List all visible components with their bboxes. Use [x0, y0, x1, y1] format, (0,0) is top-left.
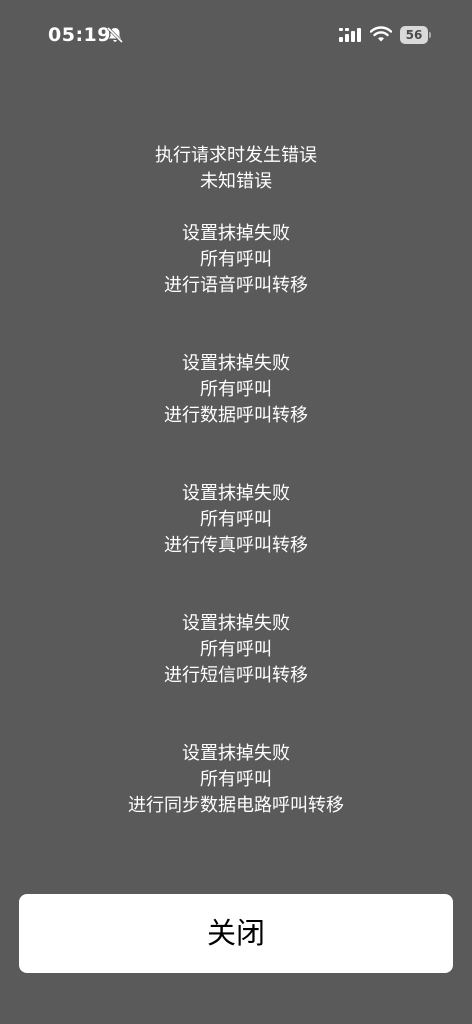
battery-nub [429, 32, 431, 38]
block-1-line-1: 设置抹掉失败 [182, 223, 290, 244]
error-message: 执行请求时发生错误 未知错误 设置抹掉失败 所有呼叫 进行语音呼叫转移 设置抹掉… [0, 143, 472, 819]
block-4-line-3: 进行短信呼叫转移 [164, 665, 308, 686]
block-2-line-1: 设置抹掉失败 [182, 353, 290, 374]
block-2-line-2: 所有呼叫 [200, 379, 272, 400]
block-5-line-1: 设置抹掉失败 [182, 743, 290, 764]
block-2-line-3: 进行数据呼叫转移 [164, 405, 308, 426]
status-bar: 05:19 56 [0, 0, 472, 70]
block-4-line-2: 所有呼叫 [200, 639, 272, 660]
bell-slash-icon [106, 26, 124, 44]
block-3-line-3: 进行传真呼叫转移 [164, 535, 308, 556]
block-1-line-2: 所有呼叫 [200, 249, 272, 270]
block-1-line-3: 进行语音呼叫转移 [164, 275, 308, 296]
block-3-line-1: 设置抹掉失败 [182, 483, 290, 504]
block-5-line-2: 所有呼叫 [200, 769, 272, 790]
battery-level: 56 [400, 26, 428, 44]
block-3-line-2: 所有呼叫 [200, 509, 272, 530]
battery-icon: 56 [400, 26, 432, 44]
block-5-line-3: 进行同步数据电路呼叫转移 [128, 795, 344, 816]
status-time: 05:19 [48, 24, 111, 46]
close-button[interactable]: 关闭 [19, 894, 453, 973]
block-4-line-1: 设置抹掉失败 [182, 613, 290, 634]
wifi-icon [370, 26, 392, 42]
signal-icon [339, 28, 361, 42]
error-subtitle: 未知错误 [200, 171, 272, 192]
error-title: 执行请求时发生错误 [155, 145, 317, 166]
